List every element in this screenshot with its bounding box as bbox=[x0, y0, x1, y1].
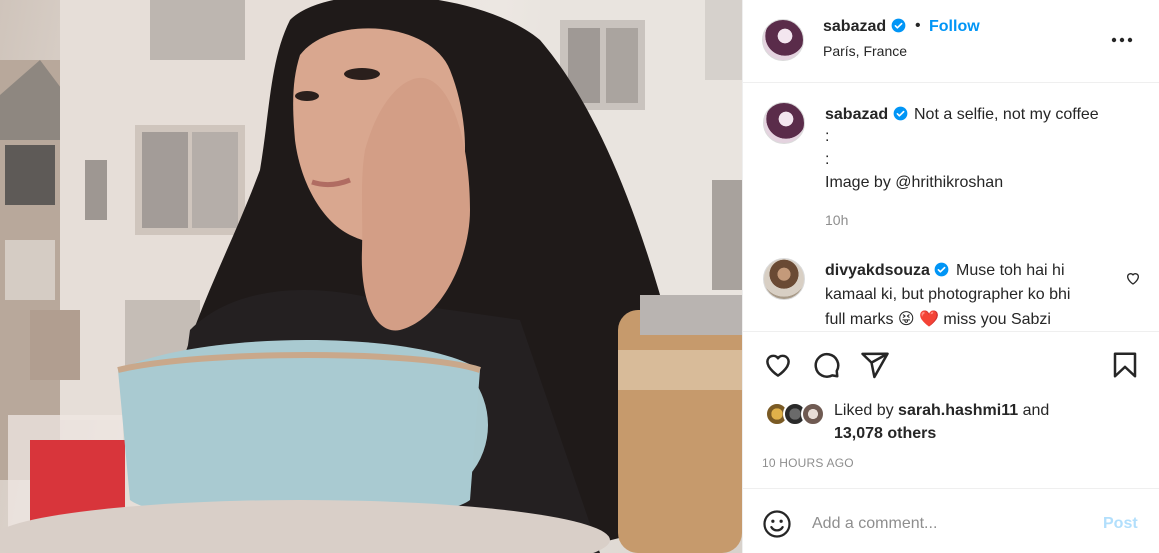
comment-text: kamaal ki, but photographer ko bhi bbox=[825, 286, 1071, 303]
follow-button[interactable]: Follow bbox=[929, 18, 980, 36]
add-comment-bar: Post bbox=[742, 488, 1159, 553]
comment-text: full marks 😝 ❤️ miss you Sabzi bbox=[825, 311, 1051, 328]
verified-badge-icon bbox=[893, 106, 907, 121]
post-sidebar: sabazad • Follow París, France sabazad N… bbox=[742, 0, 1159, 553]
author-avatar[interactable] bbox=[762, 19, 804, 61]
emoji-icon[interactable] bbox=[762, 509, 792, 539]
header-separator: • bbox=[915, 17, 921, 34]
action-bar bbox=[743, 331, 1159, 379]
comment-icon[interactable] bbox=[811, 350, 841, 380]
caption-timestamp[interactable]: 10h bbox=[825, 212, 848, 228]
heart-icon[interactable] bbox=[763, 350, 793, 380]
verified-badge-icon bbox=[891, 18, 905, 33]
post-photo[interactable] bbox=[0, 0, 742, 553]
author-username[interactable]: sabazad bbox=[823, 18, 906, 36]
commenter-username[interactable]: divyakdsouza bbox=[825, 262, 949, 280]
more-horizontal-icon[interactable] bbox=[1109, 30, 1135, 50]
caption-credit: Image by @hrithikroshan bbox=[825, 174, 1004, 191]
post-header: sabazad • Follow París, France bbox=[743, 0, 1159, 83]
post-location[interactable]: París, France bbox=[823, 43, 907, 59]
liker-username[interactable]: sarah.hashmi11 bbox=[898, 402, 1018, 419]
verified-badge-icon bbox=[935, 262, 949, 277]
likes-summary: Liked by sarah.hashmi11 and bbox=[834, 402, 1050, 419]
instagram-post: sabazad • Follow París, France sabazad N… bbox=[0, 0, 1159, 553]
share-icon[interactable] bbox=[860, 350, 890, 380]
comment-text: Muse toh hai hi bbox=[956, 262, 1065, 279]
liker-avatar[interactable] bbox=[801, 402, 825, 426]
caption-text: Not a selfie, not my coffee bbox=[914, 106, 1099, 123]
caption-line: : bbox=[825, 128, 830, 145]
bookmark-icon[interactable] bbox=[1110, 350, 1140, 380]
comment-input[interactable] bbox=[812, 513, 1082, 535]
post-timestamp[interactable]: 10 HOURS AGO bbox=[762, 456, 854, 470]
caption-line: : bbox=[825, 151, 830, 168]
cafe-portrait-image bbox=[0, 0, 742, 553]
likes-count[interactable]: 13,078 others bbox=[834, 425, 936, 443]
commenter-avatar[interactable] bbox=[763, 258, 805, 300]
caption-avatar[interactable] bbox=[763, 102, 805, 144]
post-comment-button[interactable]: Post bbox=[1103, 515, 1138, 533]
comment-like-heart-icon[interactable] bbox=[1125, 270, 1141, 286]
caption-username[interactable]: sabazad bbox=[825, 106, 908, 124]
